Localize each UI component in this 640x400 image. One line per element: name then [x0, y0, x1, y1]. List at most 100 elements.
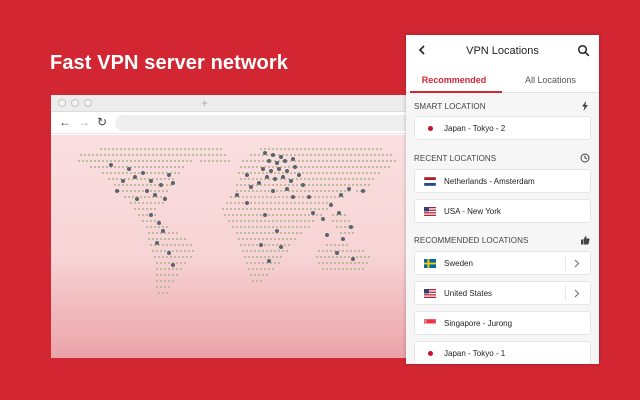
- map-land-dot: [359, 255, 363, 259]
- map-land-dot: [361, 159, 365, 163]
- map-land-dot: [301, 201, 305, 205]
- tab-recommended[interactable]: Recommended: [406, 75, 502, 85]
- server-location-dot: [249, 185, 253, 189]
- map-land-dot: [305, 159, 309, 163]
- recommended-location-card[interactable]: Japan - Tokyo - 1: [414, 341, 591, 364]
- map-land-dot: [345, 171, 349, 175]
- map-land-dot: [381, 159, 385, 163]
- map-land-dot: [323, 177, 327, 181]
- map-land-dot: [329, 171, 333, 175]
- map-land-dot: [239, 225, 243, 229]
- map-land-dot: [297, 159, 301, 163]
- server-location-dot: [265, 175, 269, 179]
- map-land-dot: [273, 171, 277, 175]
- recommended-location-card[interactable]: Sweden: [414, 251, 591, 275]
- map-land-dot: [251, 219, 255, 223]
- minimize-window-dot-icon[interactable]: [71, 99, 79, 107]
- map-land-dot: [107, 147, 111, 151]
- server-location-dot: [297, 173, 301, 177]
- map-land-dot: [157, 201, 161, 205]
- map-land-dot: [173, 243, 177, 247]
- map-land-dot: [151, 153, 155, 157]
- tab-all-locations[interactable]: All Locations: [502, 75, 599, 85]
- map-land-dot: [247, 213, 251, 217]
- map-land-dot: [247, 267, 251, 271]
- map-land-dot: [173, 171, 177, 175]
- map-land-dot: [181, 255, 185, 259]
- map-land-dot: [299, 177, 303, 181]
- map-land-dot: [155, 153, 159, 157]
- map-land-dot: [307, 183, 311, 187]
- map-land-dot: [121, 165, 125, 169]
- map-land-dot: [153, 213, 157, 217]
- server-location-dot: [159, 183, 163, 187]
- map-land-dot: [167, 267, 171, 271]
- recommended-location-card[interactable]: United States: [414, 281, 591, 305]
- recent-location-card[interactable]: USA - New York: [414, 199, 591, 223]
- map-land-dot: [321, 171, 325, 175]
- map-land-dot: [251, 225, 255, 229]
- map-land-dot: [293, 237, 297, 241]
- recommended-location-card[interactable]: Singapore - Jurong: [414, 311, 591, 335]
- map-land-dot: [187, 147, 191, 151]
- map-land-dot: [289, 153, 293, 157]
- reload-icon[interactable]: ↻: [97, 115, 107, 129]
- map-land-dot: [199, 147, 203, 151]
- map-land-dot: [317, 195, 321, 199]
- chevron-right-icon[interactable]: [572, 258, 581, 269]
- map-land-dot: [291, 189, 295, 193]
- maximize-window-dot-icon[interactable]: [84, 99, 92, 107]
- map-land-dot: [325, 195, 329, 199]
- map-land-dot: [141, 165, 145, 169]
- map-land-dot: [323, 165, 327, 169]
- server-location-dot: [275, 161, 279, 165]
- chevron-right-icon[interactable]: [572, 288, 581, 299]
- map-land-dot: [207, 153, 211, 157]
- server-location-dot: [115, 189, 119, 193]
- recent-location-card[interactable]: Netherlands - Amsterdam: [414, 169, 591, 193]
- new-tab-button[interactable]: +: [201, 96, 208, 110]
- map-land-dot: [377, 153, 381, 157]
- map-land-dot: [311, 147, 315, 151]
- map-land-dot: [317, 249, 321, 253]
- map-land-dot: [277, 261, 281, 265]
- map-land-dot: [259, 177, 263, 181]
- map-land-dot: [195, 153, 199, 157]
- map-land-dot: [337, 159, 341, 163]
- world-map-dots: [77, 147, 397, 295]
- map-land-dot: [263, 243, 267, 247]
- map-land-dot: [121, 189, 125, 193]
- map-land-dot: [357, 267, 361, 271]
- server-location-dot: [149, 213, 153, 217]
- singapore-flag-icon: [424, 319, 436, 328]
- map-land-dot: [147, 231, 151, 235]
- map-land-dot: [149, 159, 153, 163]
- close-window-dot-icon[interactable]: [58, 99, 66, 107]
- map-land-dot: [367, 183, 371, 187]
- map-land-dot: [161, 201, 165, 205]
- back-arrow-icon[interactable]: ←: [59, 115, 71, 129]
- map-land-dot: [239, 219, 243, 223]
- map-land-dot: [105, 159, 109, 163]
- map-land-dot: [267, 213, 271, 217]
- search-icon[interactable]: [577, 44, 590, 57]
- map-land-dot: [321, 261, 325, 265]
- server-location-dot: [149, 179, 153, 183]
- map-land-dot: [271, 231, 275, 235]
- address-bar[interactable]: [115, 115, 411, 131]
- map-land-dot: [271, 267, 275, 271]
- forward-arrow-icon[interactable]: →: [78, 115, 90, 129]
- map-land-dot: [343, 219, 347, 223]
- map-land-dot: [221, 207, 225, 211]
- panel-header: VPN Locations: [406, 35, 599, 67]
- map-land-dot: [343, 213, 347, 217]
- smart-location-card[interactable]: Japan - Tokyo - 2: [414, 116, 591, 140]
- map-land-dot: [145, 201, 149, 205]
- map-land-dot: [365, 171, 369, 175]
- map-land-dot: [333, 261, 337, 265]
- server-location-dot: [245, 201, 249, 205]
- map-land-dot: [241, 249, 245, 253]
- map-land-dot: [291, 183, 295, 187]
- map-land-dot: [155, 231, 159, 235]
- map-land-dot: [291, 213, 295, 217]
